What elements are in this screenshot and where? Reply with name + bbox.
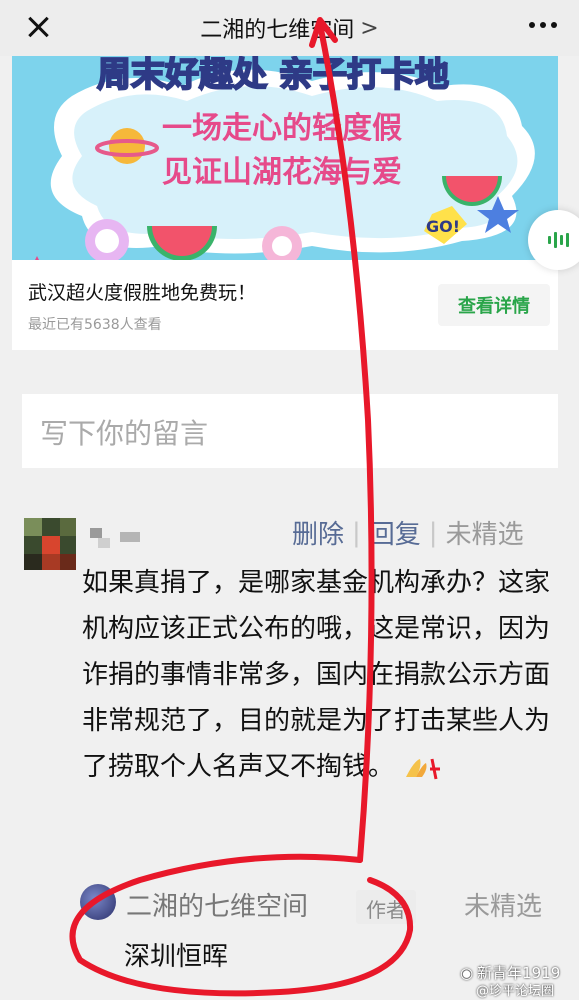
account-name: 二湘的七维空间 [200, 18, 355, 43]
author-name: 二湘的七维空间 [126, 892, 309, 922]
action-separator: | [352, 517, 361, 548]
banner-go: GO! [426, 217, 460, 236]
action-separator: | [428, 517, 438, 548]
comment-text: 如果真捐了，是哪家基金机构承办？这家机构应该正式公布的哦，这是常识，因为诈捐的事… [82, 568, 551, 782]
account-title[interactable]: 二湘的七维空间 > [200, 12, 378, 44]
banner-line3: 见证山湖花海与爱 [162, 155, 402, 190]
reply-button[interactable]: 回复 [369, 514, 421, 551]
view-details-button[interactable]: 查看详情 [438, 284, 550, 326]
banner-line2: 一场走心的轻度假 [162, 111, 402, 146]
close-icon[interactable] [20, 10, 56, 46]
author-avatar[interactable] [80, 884, 116, 920]
watermark-handle: @珍平论坛圈 [476, 984, 555, 999]
top-navigation-bar: 二湘的七维空间 > [0, 0, 579, 56]
more-dots-icon[interactable] [529, 22, 557, 28]
reply-featured-status[interactable]: 未精选 [464, 886, 542, 923]
commenter-name-blurred [90, 528, 140, 548]
banner-headline: 周末好趣处 亲子打卡地 [97, 56, 449, 95]
audio-float-icon[interactable] [528, 210, 579, 270]
weibo-logo-icon: ◉ [460, 963, 474, 982]
chevron-right-icon: > [360, 15, 379, 41]
praying-hands-emoji-icon [406, 758, 441, 779]
ad-view-count: 最近已有5638人查看 [28, 317, 162, 333]
author-reply-text: 深圳恒晖 [124, 942, 229, 972]
comment-body: 如果真捐了，是哪家基金机构承办？这家机构应该正式公布的哦，这是常识，因为诈捐的事… [82, 560, 562, 790]
ad-caption: 武汉超火度假胜地免费玩！ [28, 282, 257, 304]
featured-status-toggle[interactable]: 未精选 [446, 514, 524, 551]
ad-banner-image[interactable]: 周末好趣处 亲子打卡地 一场走心的轻度假 见证山湖花海与爱 GO! [12, 56, 558, 260]
ad-card[interactable]: 周末好趣处 亲子打卡地 一场走心的轻度假 见证山湖花海与爱 GO! 武汉超火度假… [12, 56, 558, 350]
commenter-avatar[interactable] [24, 518, 76, 570]
comment-actions: 删除 | 回复 | 未精选 [292, 514, 524, 551]
comment-input[interactable]: 写下你的留言 [22, 394, 558, 468]
delete-button[interactable]: 删除 [292, 514, 344, 551]
author-badge: 作者 [356, 890, 416, 924]
